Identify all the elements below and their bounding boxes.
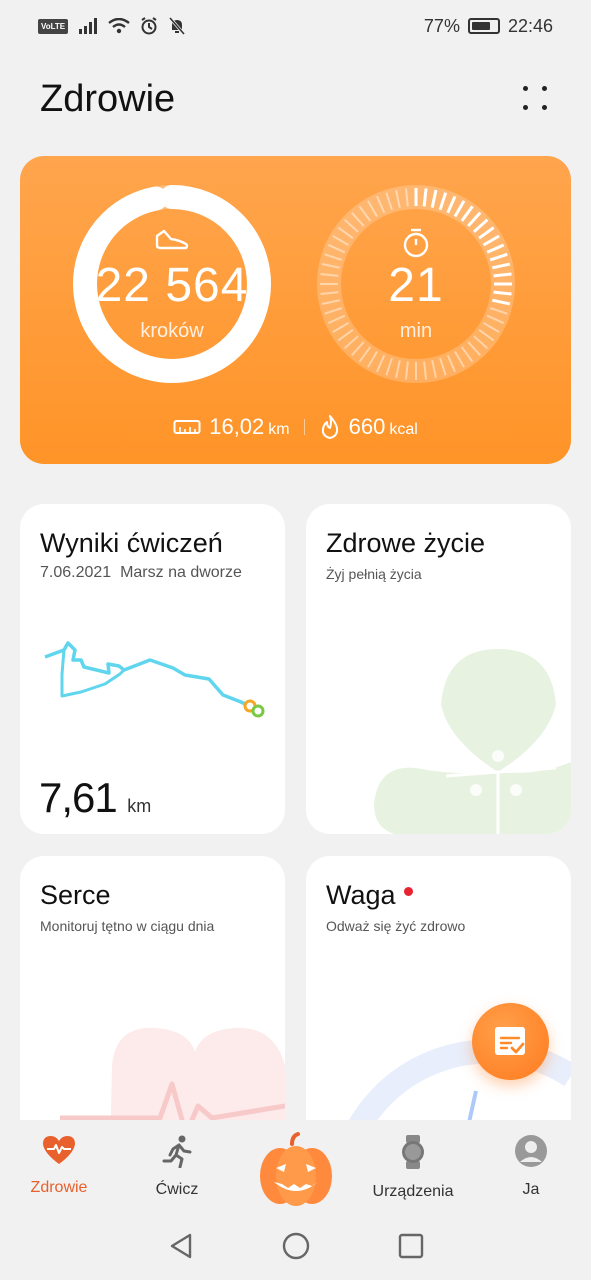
status-bar: VoLTE 77% 22:46 xyxy=(0,0,591,52)
exercise-distance: 7,61 km xyxy=(39,774,151,822)
healthy-life-card[interactable]: Zdrowe życie Żyj pełnią życia xyxy=(306,504,571,834)
home-icon[interactable] xyxy=(282,1232,310,1260)
watch-icon xyxy=(402,1135,424,1169)
alarm-icon xyxy=(141,17,157,35)
stats-divider xyxy=(303,419,305,435)
shoe-icon xyxy=(155,229,189,250)
nav-item-center[interactable] xyxy=(256,1130,336,1210)
distance-unit: km xyxy=(268,421,290,438)
checklist-icon xyxy=(494,1026,525,1055)
battery-percent: 77% xyxy=(423,15,460,36)
add-record-button[interactable] xyxy=(472,1003,549,1080)
weight-card-title: Waga xyxy=(326,880,413,911)
nav-item-ja[interactable]: Ja xyxy=(476,1134,586,1199)
system-navigation-bar xyxy=(0,1212,591,1280)
clock: 22:46 xyxy=(507,15,553,36)
healthy-card-title: Zdrowe życie xyxy=(326,528,486,558)
minutes-unit: min xyxy=(399,320,433,342)
weight-card-subtitle: Odważ się żyć zdrowo xyxy=(326,918,466,934)
running-icon xyxy=(162,1135,192,1169)
calories-unit: kcal xyxy=(389,421,418,438)
wifi-icon xyxy=(108,18,130,34)
steps-value: 22 564 xyxy=(95,259,249,312)
bottom-navigation: Zdrowie Ćwicz Urządzenia Ja xyxy=(0,1120,591,1220)
volte-badge: VoLTE xyxy=(38,18,69,34)
clover-illustration xyxy=(374,649,571,834)
exercise-card-title: Wyniki ćwiczeń xyxy=(40,528,223,558)
activity-stats: 16,02 km 660 kcal xyxy=(20,414,571,440)
activity-summary-card[interactable]: 22 564 kroków 21 min 16,02 km 660 kcal xyxy=(20,156,571,464)
exercise-distance-unit: km xyxy=(127,796,152,816)
mute-bell-icon xyxy=(169,17,186,35)
avatar-icon xyxy=(515,1135,547,1167)
flame-icon xyxy=(321,415,338,439)
heart-card-title: Serce xyxy=(40,880,111,910)
more-options-icon[interactable] xyxy=(521,84,551,114)
status-icons-left: VoLTE xyxy=(38,17,186,35)
nav-label-cwicz: Ćwicz xyxy=(155,1181,199,1198)
nav-item-zdrowie[interactable]: Zdrowie xyxy=(4,1134,114,1197)
nav-label-urzadzenia: Urządzenia xyxy=(372,1183,454,1200)
calories-stat: 660 kcal xyxy=(319,414,418,440)
nav-item-urzadzenia[interactable]: Urządzenia xyxy=(358,1134,468,1201)
distance-value: 16,02 xyxy=(209,414,265,439)
calories-value: 660 xyxy=(348,414,386,439)
steps-unit: kroków xyxy=(140,320,204,342)
ruler-icon xyxy=(173,420,201,434)
page-title: Zdrowie xyxy=(40,77,176,120)
nav-label-ja: Ja xyxy=(522,1181,540,1198)
healthy-card-subtitle: Żyj pełnią życia xyxy=(326,566,422,582)
nav-item-cwicz[interactable]: Ćwicz xyxy=(122,1134,232,1199)
signal-icon xyxy=(79,18,98,34)
minutes-value: 21 xyxy=(388,259,444,312)
exercise-type: Marsz na dworze xyxy=(120,564,242,581)
minutes-tick xyxy=(422,188,428,207)
nav-label-zdrowie: Zdrowie xyxy=(30,1179,88,1196)
status-icons-right: 77% 22:46 xyxy=(424,16,553,37)
exercise-date: 7.06.2021 xyxy=(40,564,112,581)
heart-pulse-icon xyxy=(43,1136,75,1164)
weight-card-title-text: Waga xyxy=(326,880,396,910)
battery-icon xyxy=(467,18,500,34)
header: Zdrowie xyxy=(40,74,551,124)
route-map xyxy=(44,641,265,718)
back-icon[interactable] xyxy=(168,1232,194,1260)
exercise-distance-value: 7,61 xyxy=(39,774,118,821)
heart-card[interactable]: Serce Monitoruj tętno w ciągu dnia xyxy=(20,856,285,1156)
steps-ring[interactable]: 22 564 kroków xyxy=(72,184,272,384)
notification-dot xyxy=(403,887,413,896)
distance-stat: 16,02 km xyxy=(173,414,290,440)
exercise-results-card[interactable]: Wyniki ćwiczeń 7.06.2021 Marsz na dworze… xyxy=(20,504,285,834)
stopwatch-icon xyxy=(403,228,429,258)
weight-card[interactable]: Waga Odważ się żyć zdrowo xyxy=(306,856,571,1156)
active-minutes-ring[interactable]: 21 min xyxy=(316,184,516,384)
pumpkin-icon xyxy=(260,1132,332,1206)
recents-icon[interactable] xyxy=(398,1233,424,1259)
heart-card-subtitle: Monitoruj tętno w ciągu dnia xyxy=(40,918,215,934)
exercise-card-subtitle: 7.06.2021 Marsz na dworze xyxy=(40,564,242,582)
